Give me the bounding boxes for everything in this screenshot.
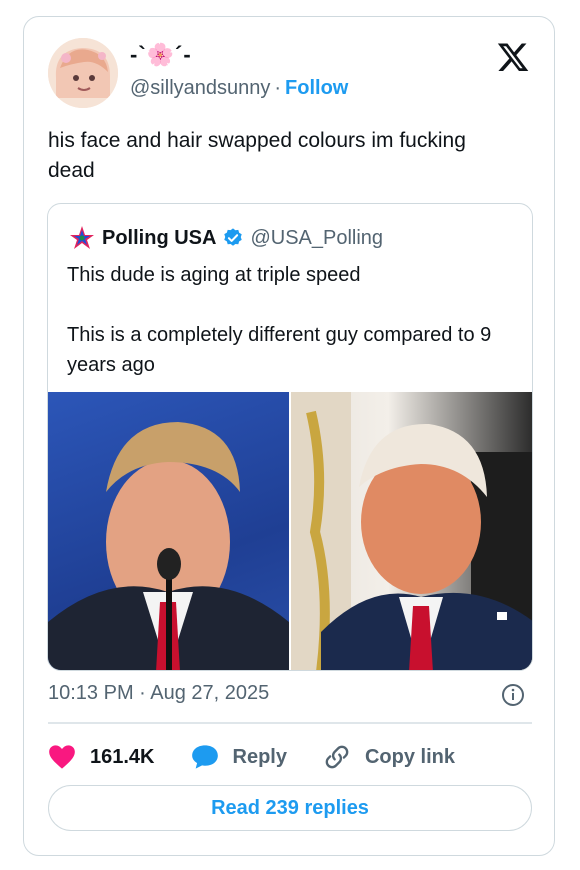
quoted-text-line-2: This is a completely different guy compa… bbox=[67, 324, 492, 376]
photo-left[interactable] bbox=[48, 392, 289, 670]
copy-link-label: Copy link bbox=[364, 745, 455, 768]
divider bbox=[48, 722, 532, 724]
quoted-tweet-header: Polling USA @USA_Polling bbox=[68, 224, 383, 252]
quoted-text-line-1: This dude is aging at triple speed bbox=[67, 264, 361, 286]
reply-button[interactable]: Reply bbox=[191, 744, 287, 770]
quoted-media[interactable] bbox=[48, 392, 532, 670]
tweet-timestamp[interactable]: 10:13 PM · Aug 27, 2025 bbox=[48, 682, 269, 705]
photo-right-illustration bbox=[291, 392, 532, 670]
photo-right[interactable] bbox=[291, 392, 532, 670]
x-logo-icon[interactable] bbox=[496, 40, 530, 74]
copy-link-button[interactable]: Copy link bbox=[323, 743, 455, 771]
reply-label: Reply bbox=[232, 745, 287, 768]
follow-link[interactable]: Follow bbox=[285, 77, 348, 99]
quoted-author-name[interactable]: Polling USA bbox=[102, 227, 216, 250]
photo-left-illustration bbox=[48, 422, 289, 670]
read-replies-button[interactable]: Read 239 replies bbox=[48, 785, 532, 831]
avatar-illustration bbox=[48, 38, 118, 108]
display-name[interactable]: -`🌸´- bbox=[130, 42, 192, 68]
handle-separator: · bbox=[274, 77, 282, 99]
author-handle[interactable]: @sillyandsunny bbox=[130, 77, 270, 99]
avatar[interactable] bbox=[48, 38, 118, 108]
link-icon bbox=[325, 745, 349, 769]
polling-logo-icon bbox=[70, 226, 94, 249]
tweet-text: his face and hair swapped colours im fuc… bbox=[48, 129, 466, 182]
like-button[interactable]: 161.4K bbox=[48, 744, 155, 770]
verified-badge-icon bbox=[224, 228, 243, 246]
heart-icon bbox=[49, 745, 75, 769]
quoted-author-handle[interactable]: @USA_Polling bbox=[250, 227, 383, 250]
like-count: 161.4K bbox=[90, 745, 155, 768]
handle-row: @sillyandsunny · Follow bbox=[130, 77, 348, 100]
quoted-text-gap bbox=[67, 290, 517, 320]
info-icon[interactable] bbox=[501, 683, 525, 707]
reply-bubble-icon bbox=[191, 745, 218, 769]
action-bar: 161.4K Reply Copy link bbox=[48, 740, 491, 774]
quoted-tweet[interactable]: Polling USA @USA_Polling This dude is ag… bbox=[47, 203, 533, 671]
quoted-tweet-text: This dude is aging at triple speed This … bbox=[67, 260, 517, 380]
